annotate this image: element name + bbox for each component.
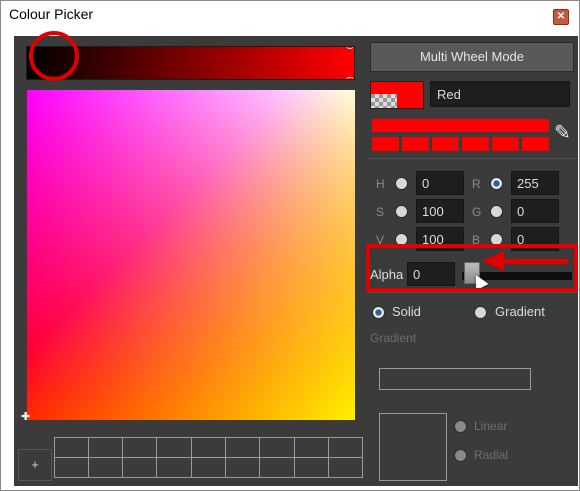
solid-radio[interactable] [372,306,385,319]
swatch[interactable] [293,456,330,478]
swatch[interactable] [53,456,89,478]
saturation-value-overlay [27,90,355,420]
r-field[interactable]: 255 [511,171,559,195]
current-colour-swatch [370,81,424,109]
recent-colour-bar[interactable] [372,119,549,132]
swatch[interactable] [293,436,330,458]
recent-colour-cell[interactable] [492,137,519,151]
swatch[interactable] [190,436,227,458]
h-radio[interactable] [395,177,408,190]
recent-colour-cells [372,137,549,151]
swatch[interactable] [259,436,295,458]
swatch[interactable] [87,436,124,458]
swatch[interactable] [122,456,158,478]
crosshair-icon[interactable]: ✚ [21,412,31,423]
swatch[interactable] [53,436,89,458]
swatch[interactable] [225,436,261,458]
add-swatch-button[interactable]: + [18,449,52,481]
gradient-section-label: Gradient [370,331,417,345]
swatch[interactable] [328,456,364,478]
solid-label: Solid [392,304,421,319]
eyedropper-icon[interactable]: ✎ [554,120,571,145]
s-field[interactable]: 100 [416,199,464,223]
multi-wheel-mode-button[interactable]: Multi Wheel Mode [370,42,574,72]
linear-label: Linear [474,419,508,433]
s-radio[interactable] [395,205,408,218]
swatch[interactable] [328,436,364,458]
recent-colour-cell[interactable] [462,137,489,151]
annotation-highlight-box [366,244,578,292]
bar-marker-top-icon[interactable]: ⌣ [346,40,354,55]
title-bar: Colour Picker ✕ [1,1,579,29]
swatch-grid [53,436,364,478]
recent-colour-cell[interactable] [372,137,399,151]
radial-label: Radial [474,448,509,462]
divider [368,292,578,293]
bar-marker-bottom-icon[interactable]: ⌢ [346,70,354,85]
recent-colour-cell[interactable] [432,137,459,151]
h-field[interactable]: 0 [416,171,464,195]
g-label: G [472,205,482,219]
colour-name-field[interactable]: Red [430,81,570,107]
divider [368,158,578,159]
recent-colour-cell[interactable] [522,137,549,151]
swatch[interactable] [122,436,158,458]
annotation-arrow [500,259,568,264]
close-icon[interactable]: ✕ [553,9,569,25]
swatch[interactable] [156,436,192,458]
gradient-preview-bar [379,368,531,390]
swatch[interactable] [87,456,124,478]
swatch[interactable] [225,456,261,478]
gradient-label: Gradient [495,304,545,319]
swatch[interactable] [156,456,192,478]
g-radio[interactable] [490,205,503,218]
annotation-circle [29,31,79,81]
h-label: H [376,177,385,191]
window-title: Colour Picker [9,6,94,22]
r-radio[interactable] [490,177,503,190]
transparency-checker [371,94,397,108]
gradient-radio[interactable] [474,306,487,319]
recent-colour-cell[interactable] [402,137,429,151]
radial-radio[interactable] [454,449,467,462]
gradient-preview-box [379,413,447,481]
r-label: R [472,177,481,191]
annotation-arrow-head [482,251,504,271]
g-field[interactable]: 0 [511,199,559,223]
s-label: S [376,205,385,219]
linear-radio[interactable] [454,420,467,433]
swatch[interactable] [190,456,227,478]
swatch[interactable] [259,456,295,478]
